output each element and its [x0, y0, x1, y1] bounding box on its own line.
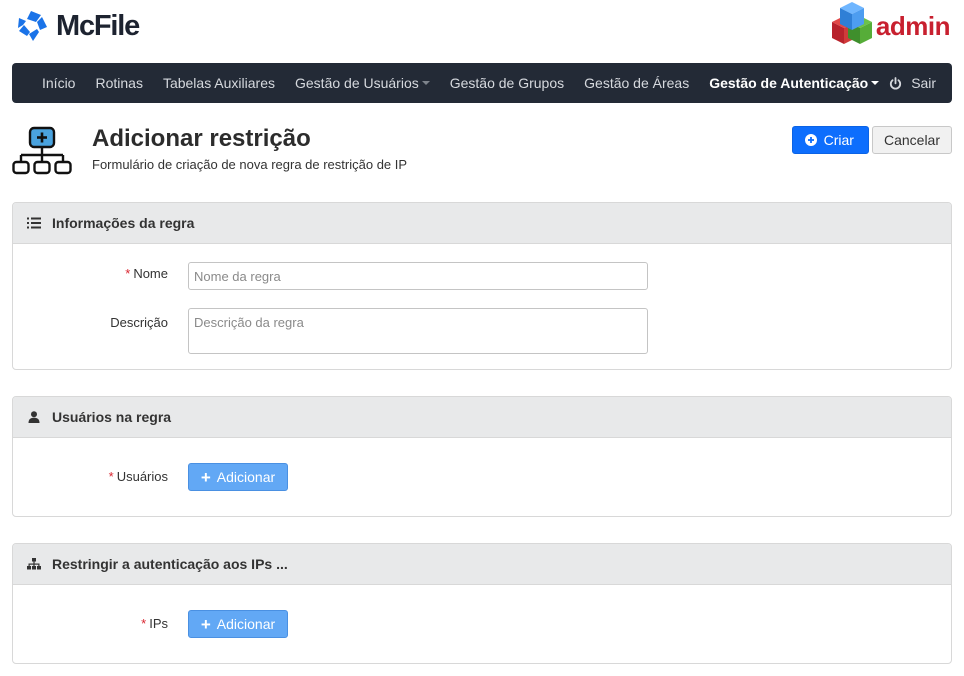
required-marker: * [141, 616, 147, 631]
user-icon [26, 411, 42, 423]
nav-item-2[interactable]: Rotinas [85, 63, 152, 103]
logout-button[interactable]: Sair [889, 75, 936, 91]
main-navbar: Início Rotinas Tabelas Auxiliares Gestão de… [12, 63, 952, 103]
power-icon [890, 76, 902, 89]
mcfile-logo-icon [16, 9, 48, 43]
nav-item-4[interactable]: Gestão de Usuários [285, 63, 440, 103]
nav-menu: Início Rotinas Tabelas Auxiliares Gestão de… [12, 63, 889, 103]
required-marker: * [108, 469, 114, 484]
brand-name: McFile [56, 10, 140, 42]
add-user-label: Adicionar [216, 469, 276, 485]
plus-icon: + [200, 467, 211, 487]
ips-title: Restringir a autenticação aos IPs ... [52, 556, 288, 572]
rule-info-heading: Informações da regra [13, 203, 951, 244]
sitemap-icon [26, 558, 42, 570]
nav-item-3[interactable]: Tabelas Auxiliares [153, 63, 285, 103]
description-input[interactable] [188, 308, 648, 354]
cubes-icon [818, 0, 874, 53]
caret-down-icon [871, 81, 880, 85]
required-marker: * [125, 266, 131, 281]
admin-logo: admin [818, 0, 951, 53]
rule-info-panel: Informações da regra *Nome Descrição [12, 202, 952, 370]
name-label: * Nome [125, 266, 168, 281]
users-title: Usuários na regra [52, 409, 172, 425]
ips-panel: Restringir a autenticação aos IPs ... * I… [12, 543, 952, 664]
rule-info-title: Informações da regra [52, 215, 195, 231]
add-ip-button[interactable]: + Adicionar [188, 610, 288, 638]
page-subtitle: Formulário de criação de nova regra de r… [92, 157, 408, 172]
create-label: Criar [823, 132, 854, 148]
nav-item-label: Tabelas Auxiliares [162, 75, 275, 91]
nav-item-1[interactable]: Início [32, 63, 85, 103]
plus-icon: + [200, 614, 211, 634]
plus-circle-icon [804, 134, 817, 146]
users-label: * Usuários [108, 469, 168, 484]
nav-item-label: Início [42, 75, 76, 91]
create-button[interactable]: Criar [791, 126, 869, 154]
logout-label: Sair [911, 75, 937, 91]
nav-item-label: Gestão de Usuários [295, 75, 419, 91]
cancel-button[interactable]: Cancelar [871, 126, 952, 154]
brand-logo[interactable]: McFile [16, 8, 140, 44]
page-actions: Criar Cancelar [791, 126, 952, 154]
ips-label: * IPs [141, 616, 168, 631]
admin-label: admin [875, 11, 951, 41]
nav-item-6[interactable]: Gestão de Áreas [574, 63, 699, 103]
nav-item-label: Rotinas [95, 75, 143, 91]
add-user-button[interactable]: + Adicionar [188, 463, 288, 491]
description-label: Descrição [110, 315, 168, 330]
nav-item-label: Gestão de Grupos [449, 75, 565, 91]
nav-item-label: Gestão de Áreas [584, 75, 690, 91]
ips-heading: Restringir a autenticação aos IPs ... [13, 544, 951, 585]
top-header: McFile admin [0, 0, 964, 60]
users-heading: Usuários na regra [13, 397, 951, 438]
caret-down-icon [421, 81, 430, 85]
nav-item-7[interactable]: Gestão de Autenticação [699, 63, 889, 103]
cancel-label: Cancelar [883, 132, 940, 148]
nav-item-5[interactable]: Gestão de Grupos [440, 63, 574, 103]
list-icon [26, 217, 42, 229]
users-panel: Usuários na regra * Usuários + Adicionar [12, 396, 952, 517]
page-title: Adicionar restrição [92, 125, 311, 152]
add-ip-label: Adicionar [216, 616, 276, 632]
nav-item-label: Gestão de Autenticação [709, 75, 869, 91]
name-input[interactable] [188, 262, 648, 290]
sitemap-add-icon [12, 126, 74, 181]
